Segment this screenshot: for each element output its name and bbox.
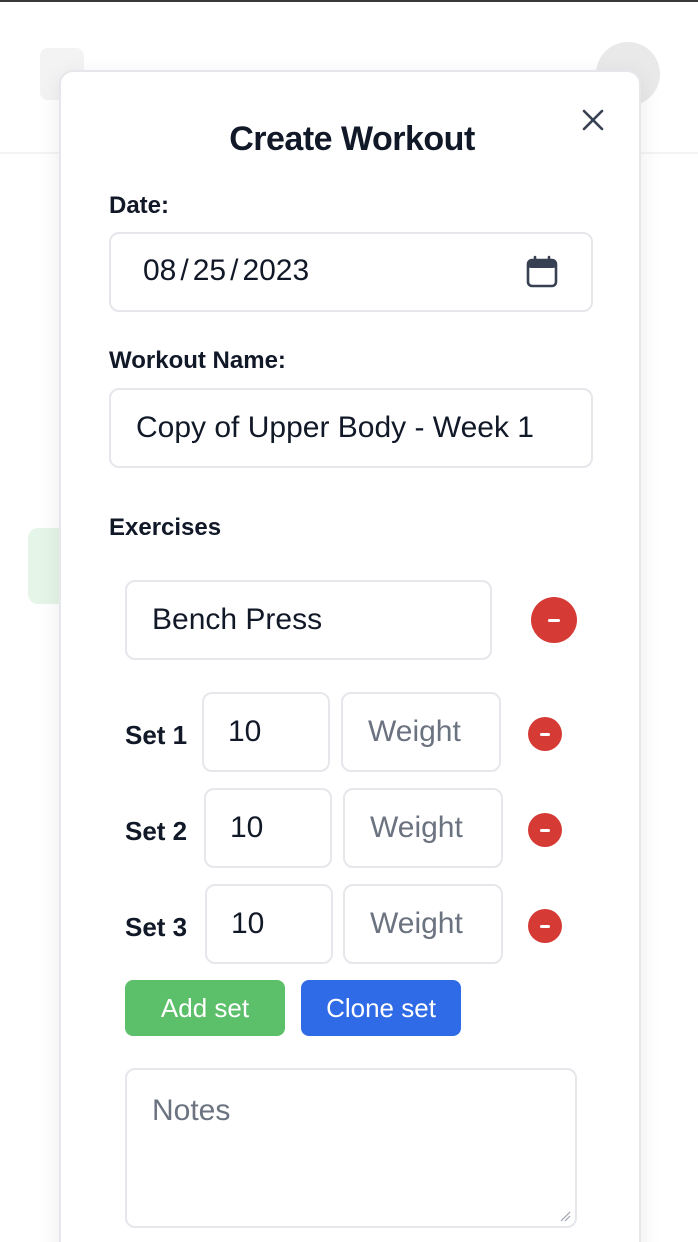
remove-set-button[interactable] — [528, 909, 562, 943]
set-reps-value: 10 — [230, 811, 264, 844]
set-weight-placeholder: Weight — [370, 907, 463, 940]
date-day: 25 — [192, 254, 227, 287]
date-value: 08 / 25 / 2023 — [143, 254, 309, 288]
set-weight-placeholder: Weight — [370, 811, 463, 844]
notes-textarea[interactable]: Notes — [125, 1068, 577, 1228]
set-reps-value: 10 — [228, 715, 262, 748]
date-separator: / — [180, 254, 189, 287]
notes-placeholder: Notes — [152, 1094, 231, 1127]
exercises-heading: Exercises — [109, 514, 222, 541]
workout-name-label: Workout Name: — [109, 347, 286, 374]
minus-icon — [540, 924, 550, 928]
minus-icon — [548, 618, 560, 622]
create-workout-modal: Create Workout Date: 08 / 25 / 2023 Work… — [59, 70, 641, 1242]
date-label: Date: — [109, 192, 170, 219]
set-reps-input[interactable]: 10 — [205, 884, 333, 964]
set-reps-input[interactable]: 10 — [204, 788, 332, 868]
add-set-button[interactable]: Add set — [125, 980, 285, 1036]
exercise-name-input[interactable]: Bench Press — [125, 580, 492, 660]
remove-set-button[interactable] — [528, 813, 562, 847]
exercise-name-value: Bench Press — [152, 603, 323, 636]
set-reps-input[interactable]: 10 — [202, 692, 330, 772]
set-weight-placeholder: Weight — [368, 715, 461, 748]
date-input[interactable]: 08 / 25 / 2023 — [109, 232, 593, 312]
workout-name-input[interactable]: Copy of Upper Body - Week 1 — [109, 388, 593, 468]
clone-set-button[interactable]: Clone set — [301, 980, 461, 1036]
set-label: Set 2 — [125, 816, 188, 846]
set-weight-input[interactable]: Weight — [341, 692, 501, 772]
date-year: 2023 — [242, 254, 310, 287]
remove-exercise-button[interactable] — [531, 597, 577, 643]
date-month: 08 — [143, 254, 177, 287]
minus-icon — [540, 828, 550, 832]
set-label: Set 3 — [125, 912, 188, 942]
window-top-border — [0, 0, 698, 2]
set-reps-value: 10 — [231, 907, 265, 940]
date-separator: / — [230, 254, 239, 287]
set-label: Set 1 — [125, 720, 188, 750]
modal-title: Create Workout — [229, 120, 475, 158]
calendar-icon[interactable] — [525, 255, 559, 289]
set-weight-input[interactable]: Weight — [343, 788, 503, 868]
remove-set-button[interactable] — [528, 717, 562, 751]
resize-handle-icon[interactable] — [559, 1210, 571, 1222]
minus-icon — [540, 732, 550, 736]
set-weight-input[interactable]: Weight — [343, 884, 503, 964]
workout-name-value: Copy of Upper Body - Week 1 — [136, 411, 534, 444]
